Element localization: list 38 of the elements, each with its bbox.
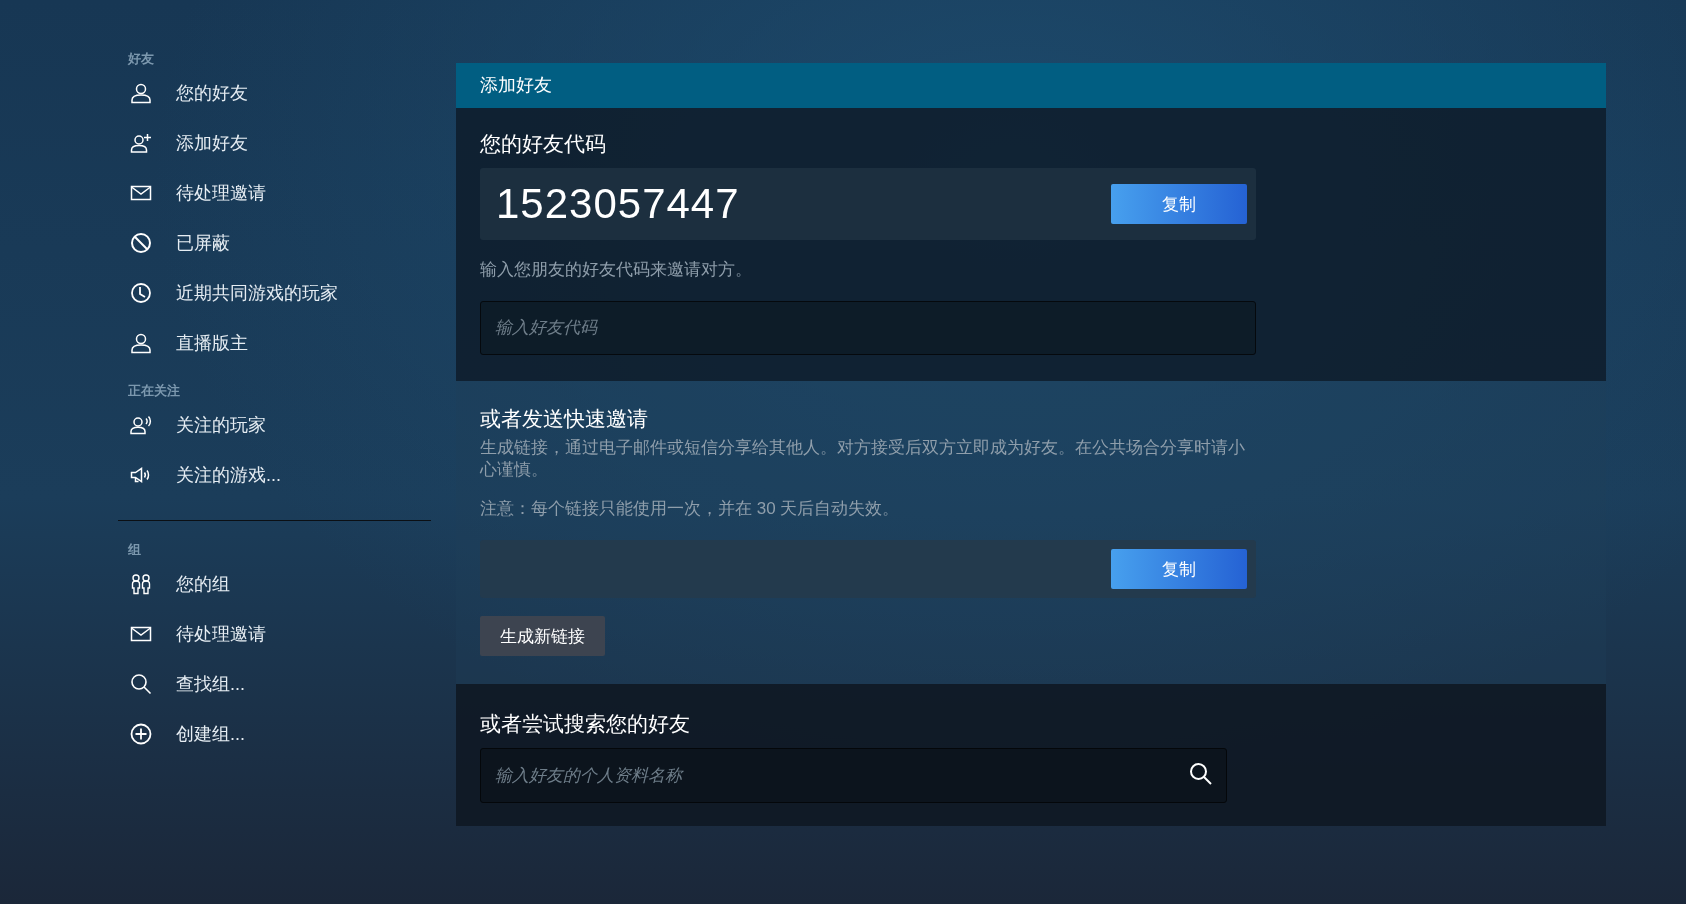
- person-add-icon: [130, 132, 152, 154]
- friend-code-field[interactable]: 输入好友代码: [480, 301, 1256, 355]
- section-heading: 或者尝试搜索您的好友: [480, 711, 691, 737]
- person-icon: [130, 332, 152, 354]
- clock-icon: [130, 282, 152, 304]
- sidebar-item[interactable]: 关注的玩家: [118, 400, 431, 450]
- search-field[interactable]: 输入好友的个人资料名称: [480, 748, 1227, 803]
- search-icon[interactable]: [1189, 762, 1213, 786]
- friend-code: 1523057447: [496, 180, 741, 228]
- sidebar-item[interactable]: 已屏蔽: [118, 218, 431, 268]
- sidebar-item[interactable]: 您的组: [118, 559, 431, 609]
- section-heading: 正在关注: [128, 382, 181, 400]
- note-text: 注意：每个链接只能使用一次，并在 30 天后自动失效。: [480, 498, 901, 520]
- section-heading: 组: [128, 541, 142, 559]
- sidebar-item[interactable]: 查找组...: [118, 659, 431, 709]
- sidebar-item[interactable]: 待处理邀请: [118, 609, 431, 659]
- sidebar-item[interactable]: 关注的游戏...: [118, 450, 431, 500]
- sidebar-item[interactable]: 待处理邀请: [118, 168, 431, 218]
- copy-button[interactable]: 复制: [1111, 549, 1247, 589]
- person-icon: [130, 82, 152, 104]
- search-icon: [130, 673, 152, 695]
- sidebar-item[interactable]: 添加好友: [118, 118, 431, 168]
- plus-circle-icon: [130, 723, 152, 745]
- generate-link-button[interactable]: 生成新链接: [480, 616, 605, 656]
- panel-header: 添加好友: [456, 63, 1606, 108]
- group-icon: [130, 573, 152, 595]
- copy-button[interactable]: 复制: [1111, 184, 1247, 224]
- section-heading: 您的好友代码: [480, 131, 607, 157]
- description-text: 生成链接，通过电子邮件或短信分享给其他人。对方接受后双方立即成为好友。在公共场合分享时请小心谨慎。: [480, 437, 1246, 481]
- sidebar-item[interactable]: 直播版主: [118, 318, 431, 368]
- person-signal-icon: [130, 414, 152, 436]
- sidebar-item[interactable]: 近期共同游戏的玩家: [118, 268, 431, 318]
- section-heading: 或者发送快速邀请: [480, 406, 649, 432]
- section-heading: 好友: [128, 50, 155, 68]
- sidebar-item[interactable]: 您的好友: [118, 68, 431, 118]
- hint-text: 输入您朋友的好友代码来邀请对方。: [480, 259, 753, 281]
- sidebar-item[interactable]: 创建组...: [118, 709, 431, 759]
- block-icon: [130, 232, 152, 254]
